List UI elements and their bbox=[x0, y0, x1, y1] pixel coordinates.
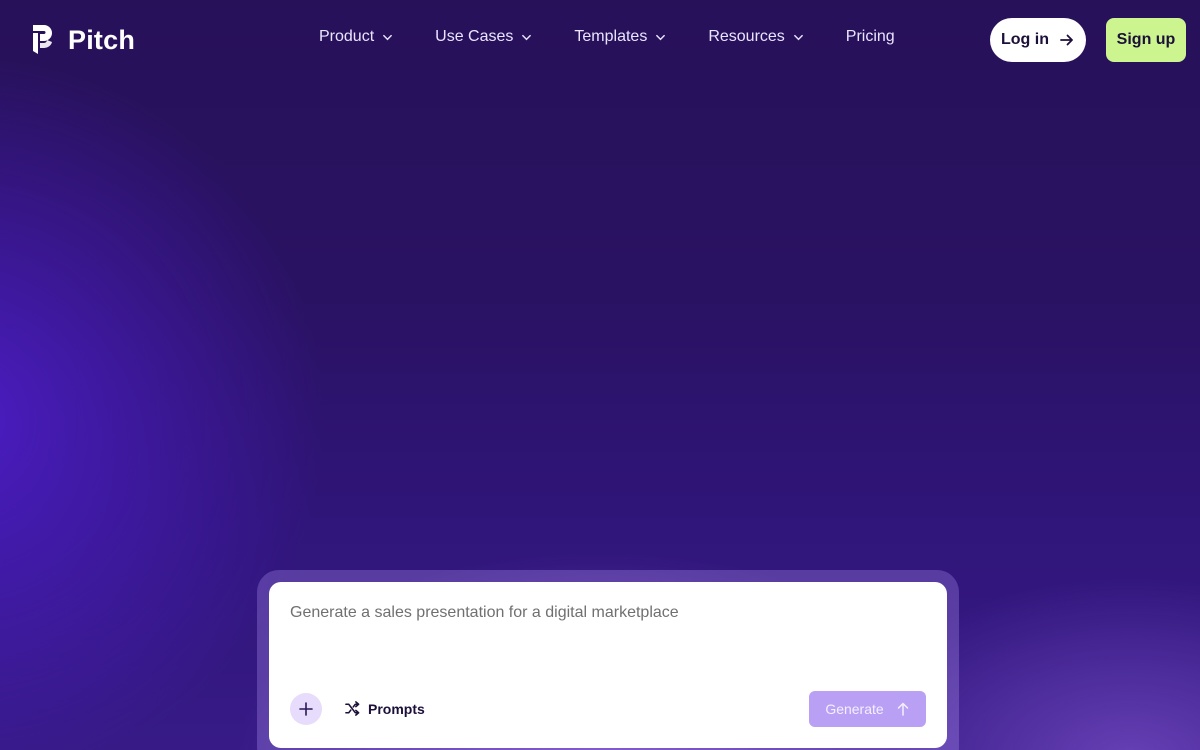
login-button-label: Log in bbox=[1001, 31, 1049, 48]
shuffle-icon bbox=[345, 701, 360, 716]
nav-resources-label: Resources bbox=[708, 28, 785, 45]
pitch-logo-icon bbox=[33, 25, 52, 54]
chevron-down-icon bbox=[793, 34, 803, 40]
chevron-down-icon bbox=[383, 34, 393, 40]
nav-use-cases-label: Use Cases bbox=[435, 28, 514, 45]
nav-pricing[interactable]: Pricing bbox=[846, 28, 895, 46]
generate-button[interactable]: Generate bbox=[809, 691, 926, 727]
chevron-down-icon bbox=[656, 34, 666, 40]
signup-button[interactable]: Sign up bbox=[1106, 18, 1186, 62]
nav-templates-label: Templates bbox=[574, 28, 648, 45]
nav-product-label: Product bbox=[319, 28, 375, 45]
arrow-right-icon bbox=[1060, 34, 1073, 46]
prompt-box: Prompts Generate bbox=[269, 582, 947, 748]
nav-pricing-label: Pricing bbox=[845, 28, 895, 45]
signup-button-label: Sign up bbox=[1116, 31, 1176, 48]
generate-button-label: Generate bbox=[825, 701, 884, 717]
login-button[interactable]: Log in bbox=[990, 18, 1086, 62]
brand-logo[interactable]: Pitch bbox=[30, 24, 135, 56]
chevron-down-icon bbox=[522, 34, 532, 40]
nav-templates[interactable]: Templates bbox=[574, 28, 666, 46]
prompts-button[interactable]: Prompts bbox=[344, 700, 425, 717]
nav-resources[interactable]: Resources bbox=[708, 28, 803, 46]
nav-product[interactable]: Product bbox=[319, 28, 393, 46]
attach-button[interactable] bbox=[290, 693, 322, 725]
brand-name: Pitch bbox=[68, 24, 136, 55]
main-menu: Product Use Cases Templates Resources Pr… bbox=[319, 28, 895, 46]
top-nav: Pitch Product Use Cases Templates Resour… bbox=[0, 0, 1200, 80]
nav-use-cases[interactable]: Use Cases bbox=[435, 28, 532, 46]
plus-icon bbox=[299, 702, 313, 716]
prompts-button-label: Prompts bbox=[368, 700, 425, 717]
prompt-input[interactable] bbox=[290, 604, 910, 664]
arrow-up-icon bbox=[897, 702, 908, 716]
